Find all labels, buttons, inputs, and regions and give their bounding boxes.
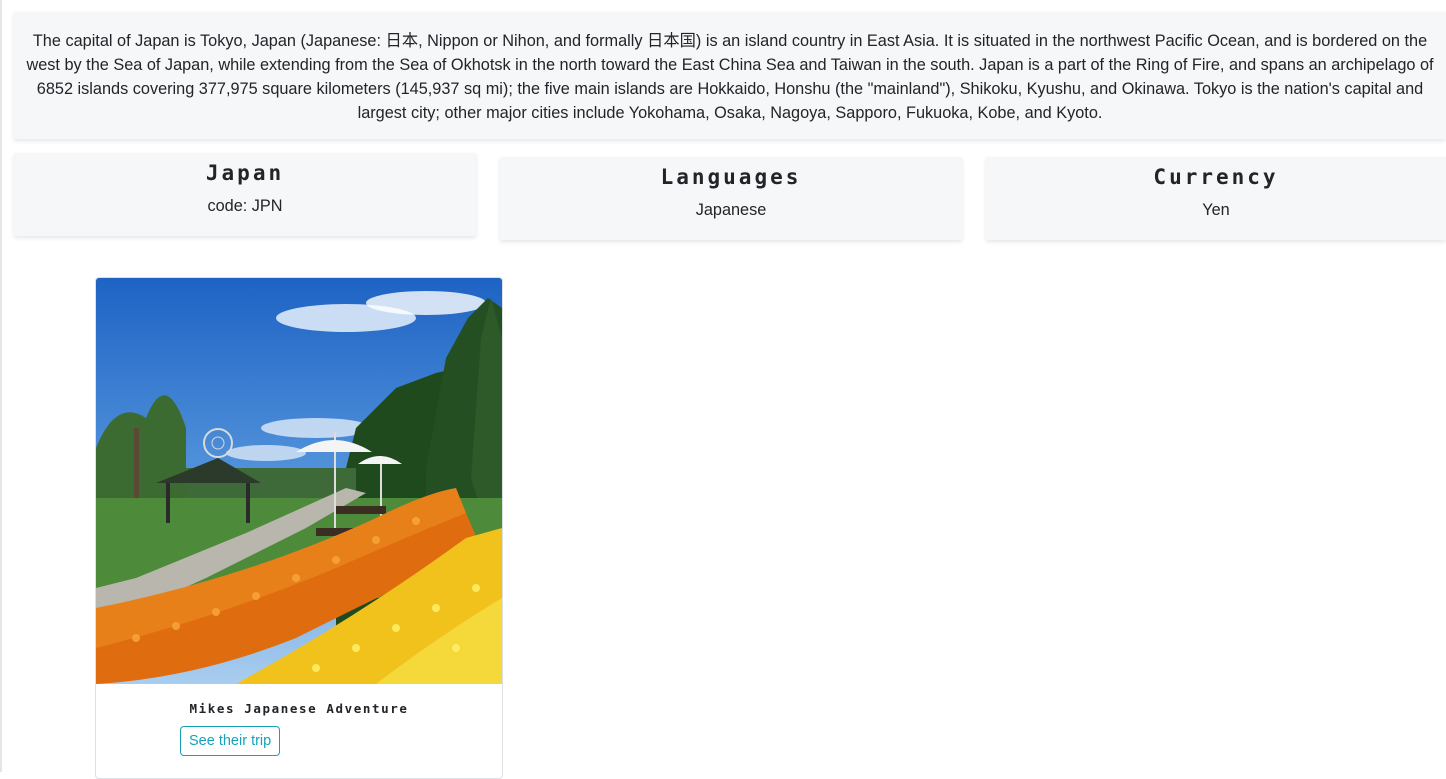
languages-value: Japanese: [695, 201, 767, 219]
currency-value: Yen: [1202, 201, 1230, 219]
currency-card: Currency Yen: [986, 157, 1446, 240]
country-description-panel: The capital of Japan is Tokyo, Japan (Ja…: [14, 12, 1446, 139]
country-card: Japan code: JPN: [14, 153, 476, 236]
country-description-text: The capital of Japan is Tokyo, Japan (Ja…: [26, 32, 1434, 122]
languages-title: Languages: [660, 165, 802, 189]
page-left-border: [0, 0, 2, 772]
trip-photo: [96, 278, 502, 684]
currency-title: Currency: [1153, 165, 1279, 189]
trip-card: Mikes Japanese Adventure See their trip: [95, 277, 503, 779]
country-name: Japan: [205, 161, 285, 185]
country-code: code: JPN: [207, 197, 283, 215]
languages-card: Languages Japanese: [500, 157, 962, 240]
see-their-trip-button[interactable]: See their trip: [180, 726, 281, 756]
trip-title: Mikes Japanese Adventure: [189, 701, 409, 716]
